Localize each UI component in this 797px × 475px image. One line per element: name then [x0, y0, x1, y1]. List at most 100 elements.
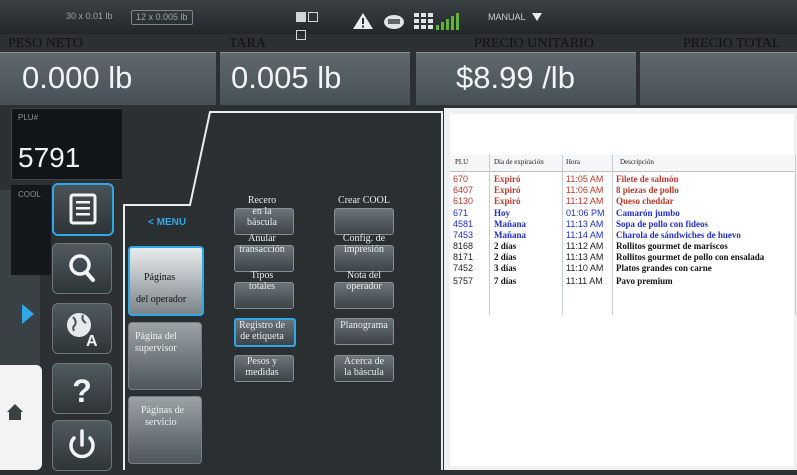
menu-title[interactable]: < MENU: [148, 217, 186, 228]
net-weight-value: 0.000 lb: [22, 60, 133, 95]
cell-desc: Charola de sándwiches de huevo: [616, 230, 741, 240]
cell-time: 11:12 AM: [566, 196, 604, 206]
label-line2: totales: [248, 281, 276, 292]
svg-text:?: ?: [72, 373, 92, 409]
mode-dropdown[interactable]: MANUAL: [488, 12, 526, 22]
cell-desc: 8 piezas de pollo: [616, 185, 679, 195]
printer-icon[interactable]: [383, 13, 405, 30]
label-line1: Recero: [247, 195, 277, 206]
label-line1: Tipos: [250, 270, 274, 281]
category-label-line2: supervisor: [135, 343, 177, 354]
cell-date: Expiró: [494, 185, 521, 195]
create-cool-button[interactable]: [334, 208, 394, 235]
cell-time: 11:06 AM: [566, 185, 604, 195]
label-line2: operador: [346, 281, 382, 292]
home-icon[interactable]: [6, 403, 24, 421]
cell-time: 11:13 AM: [566, 219, 604, 229]
void-transaction-label: Anular transacción: [222, 233, 302, 255]
total-price-display: [640, 52, 797, 105]
cell-desc: Rollitos gourmet de mariscos: [616, 241, 728, 251]
print-config-label: Config. de impresión: [324, 233, 404, 255]
category-label-line1: Páginas: [144, 272, 176, 283]
col-header-plu: PLU: [455, 158, 469, 166]
cell-date: Mañana: [494, 219, 527, 229]
col-header-expiry: Día de expiración: [494, 158, 544, 166]
power-icon: [69, 429, 95, 459]
cell-date: Expiró: [494, 174, 521, 184]
category-label-line2: del operador: [136, 294, 187, 305]
warning-icon[interactable]: [352, 12, 374, 30]
about-scale-label: Acerca de la báscula: [324, 356, 404, 378]
label-line3: báscula: [247, 217, 277, 228]
svg-text:A: A: [86, 333, 98, 350]
tare-value: 0.005 lb: [231, 60, 342, 95]
category-operator-pages[interactable]: Páginas del operador: [128, 246, 204, 316]
cell-desc: Platos grandes con carne: [616, 263, 712, 273]
mode-indicator-icon: [295, 10, 329, 40]
label-line1: Anular: [248, 233, 276, 244]
cell-desc: Camarón jumbo: [616, 208, 680, 218]
column-divider: [795, 155, 796, 315]
cell-date: 2 días: [494, 241, 517, 251]
label-line2: medidas: [245, 367, 279, 378]
create-cool-label: Crear COOL: [338, 195, 390, 206]
category-service-pages[interactable]: Páginas de servicio: [128, 396, 202, 464]
column-divider: [562, 155, 563, 315]
tare-label: TARA: [229, 36, 266, 51]
cell-time: 11:05 AM: [566, 174, 604, 184]
operator-note-label: Nota del operador: [324, 270, 404, 292]
label-line2: en la: [252, 206, 272, 217]
cell-time: 11:10 AM: [566, 263, 604, 273]
cell-plu: 5757: [453, 276, 474, 286]
list-icon: [69, 193, 97, 225]
scale-range-1: 30 x 0.01 lb: [66, 11, 113, 21]
unit-price-value: $8.99 /lb: [456, 60, 575, 95]
cell-plu: 671: [453, 208, 469, 218]
label-line1: Nota del: [346, 270, 382, 281]
grid-icon[interactable]: [414, 13, 434, 29]
plu-label: PLU#: [18, 113, 39, 122]
cool-label: COOL: [18, 190, 41, 199]
label-line1: Config. de: [342, 233, 386, 244]
weights-measures-label: Pesos y medidas: [222, 356, 302, 378]
label-line2: de etiqueta: [240, 331, 284, 342]
search-button[interactable]: [52, 243, 112, 294]
list-button[interactable]: [52, 183, 114, 236]
total-price-label: PRECIO TOTAL: [683, 36, 781, 51]
scale-zero-label: Recero en la báscula: [222, 195, 302, 228]
cell-time: 11:14 AM: [566, 230, 604, 240]
power-button[interactable]: [52, 420, 112, 471]
cell-desc: Filete de salmón: [616, 174, 679, 184]
label-line2: la báscula: [344, 367, 384, 378]
expand-arrow-icon[interactable]: [22, 304, 34, 324]
label-line1: Registro de: [239, 320, 285, 331]
scale-range-2: 12 x 0.005 lb: [131, 10, 193, 25]
cell-date: 7 días: [494, 276, 517, 286]
column-divider: [489, 155, 490, 315]
category-label-line2: servicio: [145, 417, 177, 428]
cell-date: Hoy: [494, 208, 511, 218]
dropdown-caret-icon[interactable]: [532, 13, 542, 21]
cell-desc: Pavo premium: [616, 276, 673, 286]
cell-plu: 7452: [453, 263, 474, 273]
category-supervisor-page[interactable]: Página del supervisor: [128, 322, 202, 390]
planogram-label: Planograma: [340, 320, 388, 331]
label-line2: impresión: [344, 244, 384, 255]
column-divider: [612, 155, 613, 315]
net-weight-label: PESO NETO: [8, 36, 83, 51]
cell-plu: 7453: [453, 230, 474, 240]
cell-time: 11:11 AM: [566, 276, 603, 286]
category-label-line1: Páginas de: [141, 405, 185, 416]
globe-language-icon: A: [67, 313, 98, 350]
cell-plu: 4581: [453, 219, 474, 229]
cell-time: 11:13 AM: [566, 252, 604, 262]
language-button[interactable]: A: [52, 303, 112, 354]
label-line1: Pesos y: [246, 356, 278, 367]
cell-desc: Rollitos gourmet de pollo con ensalada: [616, 252, 765, 262]
cell-date: Expiró: [494, 196, 521, 206]
label-line1: Acerca de: [343, 356, 385, 367]
cell-plu: 6130: [453, 196, 474, 206]
category-label-line1: Página del: [135, 331, 177, 342]
cell-time: 11:12 AM: [566, 241, 604, 251]
help-button[interactable]: ?: [52, 363, 112, 414]
